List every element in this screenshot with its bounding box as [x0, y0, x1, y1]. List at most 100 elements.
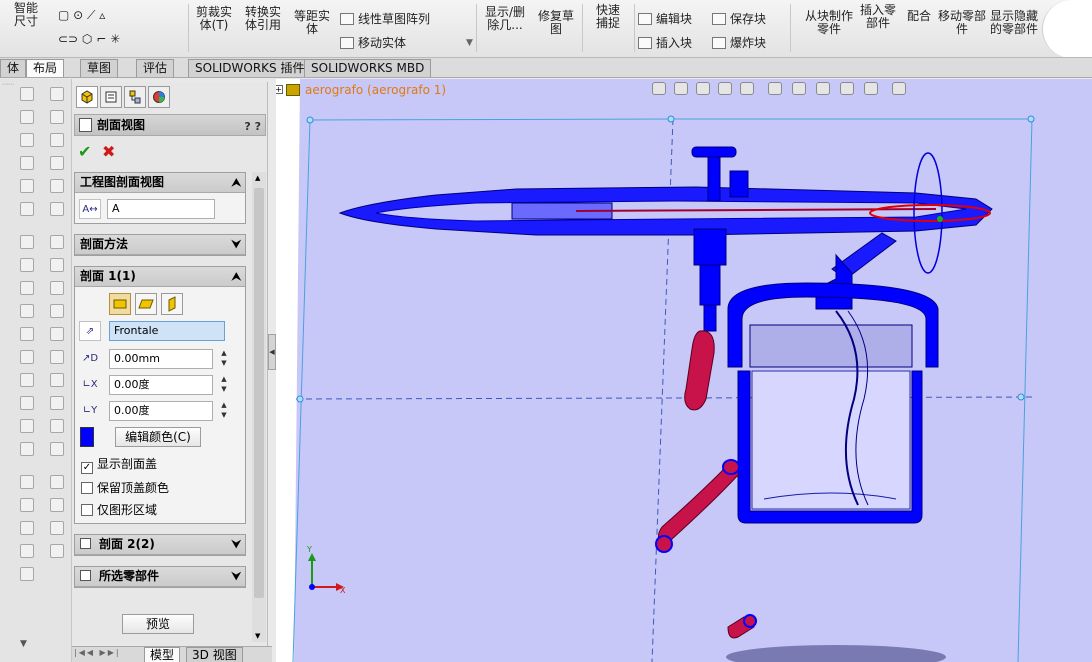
scroll-thumb[interactable]: [254, 188, 264, 598]
checkbox-icon[interactable]: [80, 570, 91, 581]
keep-cap-color-checkbox[interactable]: 保留顶盖颜色: [81, 481, 169, 495]
tab-scroll-arrows-icon[interactable]: |◀◀ ▶▶|: [74, 648, 121, 657]
edit-color-button[interactable]: 编辑颜色(C): [115, 427, 201, 447]
tool-icon[interactable]: [50, 258, 64, 272]
tool-icon[interactable]: [50, 327, 64, 341]
tool-icon[interactable]: [50, 202, 64, 216]
display-delete-relations-button[interactable]: 显示/删除几...: [480, 6, 530, 32]
tab-addins[interactable]: SOLIDWORKS 插件: [188, 59, 312, 77]
tool-icon[interactable]: [50, 396, 64, 410]
tool-icon[interactable]: [50, 350, 64, 364]
insert-components-button[interactable]: 插入零部件: [856, 4, 900, 30]
front-plane-button[interactable]: [109, 293, 131, 315]
model-canvas[interactable]: Y X: [276, 79, 1092, 662]
tool-icon[interactable]: [20, 258, 34, 272]
tool-icon[interactable]: [20, 475, 34, 489]
quick-snap-button[interactable]: 快速捕捉: [586, 4, 630, 30]
chevron-up-icon[interactable]: ⮝: [232, 173, 241, 192]
checkbox-checked-icon[interactable]: ✓: [81, 462, 93, 474]
tool-icon[interactable]: [20, 419, 34, 433]
tool-icon[interactable]: [50, 87, 64, 101]
apply-scene-icon[interactable]: [840, 82, 854, 95]
tool-icon[interactable]: [50, 419, 64, 433]
manipulator-origin[interactable]: [937, 216, 943, 222]
mate-button[interactable]: 配合: [904, 10, 934, 23]
convert-entities-button[interactable]: 转换实体引用: [240, 6, 286, 32]
tool-icon[interactable]: [20, 327, 34, 341]
make-part-from-block-button[interactable]: 从块制作零件: [804, 10, 854, 36]
show-section-cap-checkbox[interactable]: ✓ 显示剖面盖: [81, 457, 157, 474]
section-label-input[interactable]: A: [107, 199, 215, 219]
tool-icon[interactable]: [20, 442, 34, 456]
edit-block-button[interactable]: 编辑块: [638, 10, 692, 27]
plane-handle[interactable]: [1027, 115, 1035, 123]
tool-icon[interactable]: [20, 350, 34, 364]
tool-icon[interactable]: [20, 202, 34, 216]
plane-handle[interactable]: [296, 395, 304, 403]
tool-icon[interactable]: [20, 235, 34, 249]
tool-icon[interactable]: [20, 521, 34, 535]
show-hidden-components-button[interactable]: 显示隐藏的零部件: [990, 10, 1038, 36]
graphics-area[interactable]: Y X + aerografo (aerografo 1): [276, 79, 1092, 662]
top-plane-button[interactable]: [135, 293, 157, 315]
tool-icon[interactable]: [50, 235, 64, 249]
tab-model[interactable]: 模型: [144, 647, 181, 662]
tool-icon[interactable]: [20, 179, 34, 193]
tool-icon[interactable]: [50, 373, 64, 387]
tree-expand-icon[interactable]: +: [276, 85, 283, 94]
tab-mbd[interactable]: SOLIDWORKS MBD: [304, 59, 432, 77]
edit-appearance-icon[interactable]: [816, 82, 830, 95]
scroll-down-icon[interactable]: ▼: [255, 632, 260, 640]
tool-icon[interactable]: [20, 304, 34, 318]
angle-y-spinner[interactable]: ▲ ▼: [217, 400, 231, 422]
model-tree-root[interactable]: aerografo (aerografo 1): [286, 83, 446, 97]
section-view-icon[interactable]: [718, 82, 732, 95]
help-icon[interactable]: ? ?: [244, 117, 261, 137]
offset-spinner[interactable]: ▲ ▼: [217, 348, 231, 370]
plane-handle[interactable]: [306, 116, 314, 124]
tool-icon[interactable]: [50, 133, 64, 147]
right-plane-button[interactable]: [161, 293, 183, 315]
rect-tool-icon[interactable]: ⊂⊃ ⬡ ⌐ ✳: [58, 32, 120, 46]
view-orientation-icon[interactable]: [740, 82, 754, 95]
tool-icon[interactable]: [20, 110, 34, 124]
tool-icon[interactable]: [50, 442, 64, 456]
tool-icon[interactable]: [20, 133, 34, 147]
tool-icon[interactable]: [20, 498, 34, 512]
tab-layout[interactable]: 布局: [26, 59, 65, 77]
offset-distance-input[interactable]: 0.00mm: [109, 349, 213, 369]
tool-icon[interactable]: [50, 521, 64, 535]
offset-entities-button[interactable]: 等距实体: [290, 10, 334, 36]
tool-icon[interactable]: [20, 567, 34, 581]
explode-block-button[interactable]: 爆炸块: [712, 34, 766, 51]
previous-view-icon[interactable]: [696, 82, 710, 95]
chevron-down-icon[interactable]: ⮟: [232, 235, 241, 254]
line-tool-icon[interactable]: ▢ ⊙ ⟋ ▵: [58, 8, 105, 23]
tool-icon[interactable]: [20, 396, 34, 410]
view-settings-icon[interactable]: [864, 82, 878, 95]
checkbox-icon[interactable]: [81, 482, 93, 494]
checkbox-icon[interactable]: [80, 538, 91, 549]
plane-handle[interactable]: [1017, 393, 1025, 401]
tool-icon[interactable]: [50, 475, 64, 489]
move-entities-button[interactable]: 移动实体: [340, 34, 406, 51]
tool-icon[interactable]: [50, 156, 64, 170]
tab-3d-views[interactable]: 3D 视图: [186, 647, 243, 662]
section-plane-input[interactable]: Frontale: [109, 321, 225, 341]
cancel-button[interactable]: ✖: [102, 142, 115, 161]
checkbox-icon[interactable]: [81, 504, 93, 516]
tool-icon[interactable]: [50, 544, 64, 558]
chevron-up-icon[interactable]: ⮝: [232, 267, 241, 286]
tool-icon[interactable]: [50, 179, 64, 193]
save-block-button[interactable]: 保存块: [712, 10, 766, 27]
pm-scrollbar[interactable]: ▲ ▼: [252, 172, 266, 642]
display-manager-tab[interactable]: [148, 86, 170, 108]
property-manager-tab[interactable]: [100, 86, 122, 108]
smart-dimension-button[interactable]: 智能尺寸: [6, 2, 46, 28]
chevron-down-icon[interactable]: ▼: [466, 38, 473, 48]
ok-button[interactable]: ✔: [78, 142, 91, 161]
chevron-down-icon[interactable]: ⮟: [232, 535, 241, 554]
tool-icon[interactable]: [20, 87, 34, 101]
group-header[interactable]: 剖面 1(1) ⮝: [75, 267, 245, 287]
graphics-only-checkbox[interactable]: 仅图形区域: [81, 503, 157, 517]
